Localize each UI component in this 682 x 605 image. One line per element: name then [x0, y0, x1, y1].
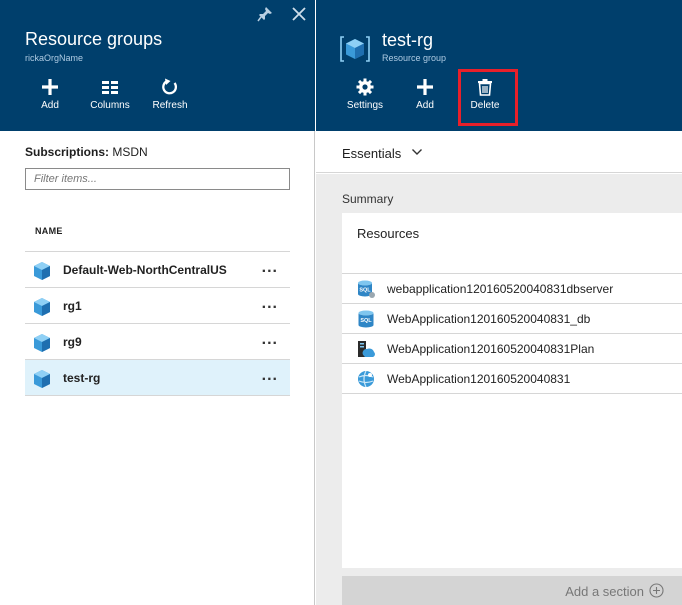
add-resource-button[interactable]: Add	[395, 78, 455, 118]
name-column-header[interactable]: NAME	[35, 226, 63, 236]
resources-title: Resources	[357, 226, 420, 241]
more-options-button[interactable]: ...	[262, 259, 278, 277]
refresh-icon	[162, 78, 178, 95]
resource-groups-header: Resource groups rickaOrgName Add Columns	[0, 0, 315, 131]
filter-items-input[interactable]	[25, 168, 290, 190]
resource-group-icon	[34, 334, 50, 352]
chevron-down-icon	[412, 149, 422, 155]
add-section-label: Add a section	[565, 584, 644, 599]
app-service-plan-icon	[358, 341, 375, 357]
columns-button-label: Columns	[90, 100, 130, 111]
web-app-icon	[358, 370, 374, 388]
resource-group-detail-blade: test-rg Resource group Settings Add Dele…	[316, 0, 682, 605]
sql-server-icon: SQL	[358, 280, 375, 298]
resource-group-icon	[340, 36, 370, 62]
resource-group-icon	[34, 262, 50, 280]
columns-icon	[102, 81, 118, 94]
sql-database-icon: SQL	[358, 310, 374, 328]
resources-tile: Resources SQL webapplication120160520040…	[342, 213, 682, 568]
resource-groups-blade: Resource groups rickaOrgName Add Columns	[0, 0, 315, 605]
pin-icon[interactable]	[257, 6, 273, 22]
blade-title: Resource groups	[25, 29, 163, 49]
blade-subtitle: rickaOrgName	[25, 53, 84, 63]
resource-group-row[interactable]: rg9 ...	[25, 324, 290, 360]
subscriptions-value: MSDN	[112, 145, 148, 159]
blade-subtitle: Resource group	[382, 53, 447, 63]
columns-button[interactable]: Columns	[80, 78, 140, 118]
settings-button-label: Settings	[346, 100, 384, 111]
resource-group-row[interactable]: Default-Web-NorthCentralUS ...	[25, 252, 290, 288]
trash-icon	[478, 79, 492, 96]
resource-list: SQL webapplication120160520040831dbserve…	[342, 273, 682, 394]
delete-button[interactable]: Delete	[455, 78, 515, 118]
add-button-label: Add	[41, 100, 59, 111]
refresh-button-label: Refresh	[152, 100, 188, 111]
resource-name: WebApplication120160520040831_db	[387, 312, 591, 326]
more-options-button[interactable]: ...	[262, 367, 278, 385]
essentials-toggle[interactable]: Essentials	[316, 131, 682, 173]
svg-text:SQL: SQL	[359, 288, 371, 294]
add-section-button[interactable]: Add a section	[342, 576, 682, 605]
blade-content: Summary Resources SQL webapplication1201…	[316, 174, 682, 605]
add-button-label: Add	[416, 100, 434, 111]
resource-group-name: rg9	[63, 335, 82, 349]
add-circle-icon	[649, 583, 664, 598]
resource-group-name: Default-Web-NorthCentralUS	[63, 263, 227, 277]
resource-group-icon	[34, 298, 50, 316]
blade-title: test-rg	[382, 30, 434, 50]
resource-group-row-selected[interactable]: test-rg ...	[25, 360, 290, 396]
resource-group-name: rg1	[63, 299, 82, 313]
resource-item[interactable]: WebApplication120160520040831Plan	[342, 334, 682, 364]
essentials-label: Essentials	[342, 146, 402, 161]
settings-button[interactable]: Settings	[335, 78, 395, 118]
resource-group-row[interactable]: rg1 ...	[25, 288, 290, 324]
add-button[interactable]: Add	[20, 78, 80, 118]
resource-name: webapplication120160520040831dbserver	[387, 282, 614, 296]
subscriptions-filter[interactable]: Subscriptions: MSDN	[25, 145, 148, 159]
resource-item[interactable]: WebApplication120160520040831	[342, 364, 682, 394]
resource-name: WebApplication120160520040831	[387, 372, 571, 386]
gear-icon	[356, 78, 374, 96]
subscriptions-label: Subscriptions:	[25, 145, 110, 159]
resource-group-name: test-rg	[63, 371, 101, 385]
plus-icon	[417, 79, 433, 95]
delete-button-label: Delete	[470, 100, 500, 111]
close-icon[interactable]	[291, 6, 307, 22]
resource-group-list: Default-Web-NorthCentralUS ... rg1 ... r…	[25, 251, 290, 396]
more-options-button[interactable]: ...	[262, 331, 278, 349]
resource-item[interactable]: SQL webapplication120160520040831dbserve…	[342, 274, 682, 304]
summary-label: Summary	[342, 192, 394, 206]
resource-item[interactable]: SQL WebApplication120160520040831_db	[342, 304, 682, 334]
resource-name: WebApplication120160520040831Plan	[387, 342, 595, 356]
svg-text:SQL: SQL	[360, 318, 372, 324]
resource-group-header: test-rg Resource group Settings Add Dele…	[316, 0, 682, 131]
refresh-button[interactable]: Refresh	[140, 78, 200, 118]
plus-icon	[42, 79, 58, 95]
more-options-button[interactable]: ...	[262, 295, 278, 313]
resource-group-icon	[34, 370, 50, 388]
